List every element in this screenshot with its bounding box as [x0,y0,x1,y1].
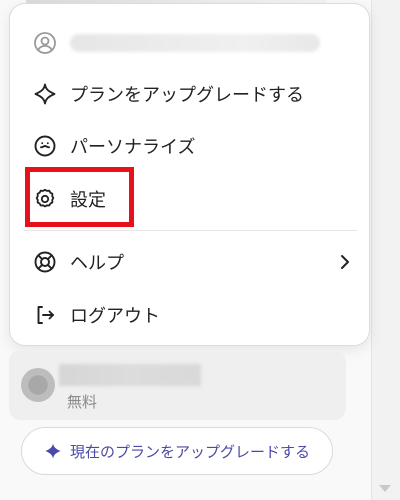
person-circle-icon [32,30,58,56]
personalize-icon [32,133,58,159]
scroll-strip[interactable] [371,0,400,500]
menu-item-label: パーソナライズ [70,137,196,157]
logout-icon [32,302,58,328]
upgrade-plan-button[interactable]: 現在のプランをアップグレードする [21,427,333,475]
scroll-down-arrow-icon[interactable] [379,485,391,492]
account-email-redacted [70,34,320,52]
account-card[interactable]: 無料 [9,350,346,420]
menu-item-logout[interactable]: ログアウト [32,301,160,329]
sparkle-icon [32,81,58,107]
menu-divider [24,230,357,231]
menu-item-personalize[interactable]: パーソナライズ [32,132,195,160]
upgrade-plan-button-label: 現在のプランをアップグレードする [69,443,310,461]
menu-item-label: ログアウト [70,306,160,326]
sparkle-icon [44,442,62,460]
menu-item-upgrade-plan[interactable]: プランをアップグレードする [32,80,304,108]
plan-label: 無料 [67,394,98,411]
account-email-row[interactable] [32,29,320,57]
menu-item-label: ヘルプ [70,253,124,273]
account-name-redacted [59,364,201,386]
lifebuoy-icon [32,249,58,275]
menu-item-help[interactable]: ヘルプ [32,248,352,276]
menu-item-label: プランをアップグレードする [70,85,304,105]
account-menu: プランをアップグレードする パーソナライズ 設定 ヘルプ ログアウト [9,3,370,346]
settings-highlight-box [25,167,134,227]
chevron-right-icon [338,253,352,271]
avatar [21,368,55,402]
